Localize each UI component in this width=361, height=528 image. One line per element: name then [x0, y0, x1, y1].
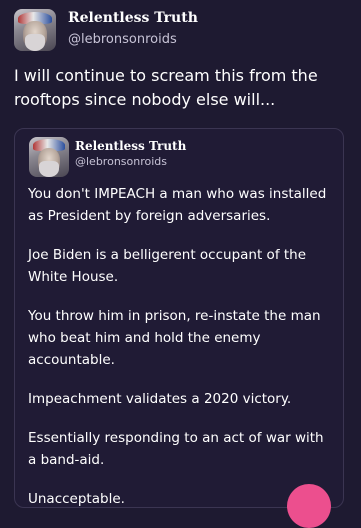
quoted-post-card[interactable]: Relentless Truth @lebronsonroids You don… — [14, 128, 344, 508]
floating-action-button[interactable] — [287, 484, 331, 528]
quoted-paragraph: Impeachment validates a 2020 victory. — [28, 391, 292, 407]
quoted-author-name[interactable]: Relentless Truth — [75, 139, 186, 153]
author-name[interactable]: Relentless Truth — [68, 10, 198, 26]
author-avatar[interactable] — [14, 9, 56, 51]
author-handle[interactable]: @lebronsonroids — [68, 32, 177, 47]
post: Relentless Truth @lebronsonroids I will … — [0, 0, 361, 528]
quoted-post-body: You don't IMPEACH a man who was installe… — [28, 183, 333, 527]
quoted-paragraph: Essentially responding to an act of war … — [28, 430, 324, 468]
quoted-paragraph: You don't IMPEACH a man who was installe… — [28, 186, 327, 224]
post-text: I will continue to scream this from the … — [14, 66, 318, 109]
quoted-paragraph: Joe Biden is a belligerent occupant of t… — [28, 247, 307, 285]
quoted-author-handle[interactable]: @lebronsonroids — [75, 155, 167, 168]
quoted-author-avatar[interactable] — [29, 137, 69, 177]
quoted-paragraph: You throw him in prison, re-instate the … — [28, 308, 321, 368]
